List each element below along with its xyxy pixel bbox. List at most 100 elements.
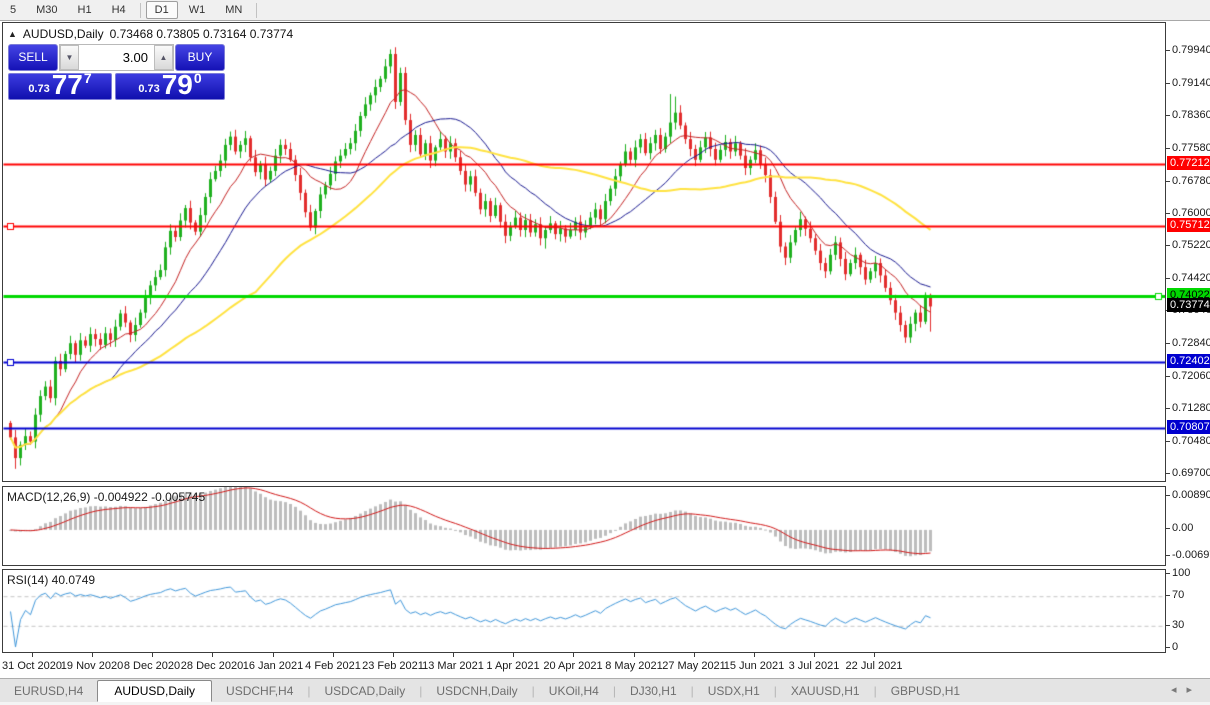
date-tick [513,653,514,657]
sell-price-prefix: 0.73 [28,83,49,95]
axis-tick [1166,343,1170,344]
chart-tab-usdchf[interactable]: USDCHF,H4 [212,681,307,701]
buy-price-big: 79 [162,72,193,98]
date-label: 27 May 2021 [662,660,726,672]
axis-tick [1166,573,1170,574]
timeframe-button-h4[interactable]: H4 [103,1,135,19]
axis-tick [1166,473,1170,474]
date-tick [32,653,33,657]
axis-tick [1166,50,1170,51]
axis-tick-label: 0 [1172,641,1178,653]
volume-spinner: ▼ 3.00 ▲ [59,44,174,71]
axis-tick-label: 70 [1172,589,1184,601]
axis-tick-label: 0.008903 [1172,489,1210,501]
axis-tick-label: 0.78360 [1172,109,1210,121]
chart-tab-bar: EURUSD,H4AUDUSD,DailyUSDCHF,H4|USDCAD,Da… [0,678,1210,702]
toolbar-separator [256,3,257,18]
date-tick [273,653,274,657]
chart-tab-dj30[interactable]: DJ30,H1 [616,681,691,701]
macd-pane[interactable]: MACD(12,26,9) -0.004922 -0.005745 [2,486,1166,566]
timeframe-button-5[interactable]: 5 [1,1,25,19]
tab-scroll-arrows[interactable]: ◂▸ [1171,683,1202,696]
volume-decrease-icon[interactable]: ▼ [60,45,79,70]
axis-tick-label: 100 [1172,567,1190,579]
date-tick [393,653,394,657]
axis-tick-label: 0.72060 [1172,370,1210,382]
sell-button[interactable]: SELL [8,44,58,71]
timeframe-button-h1[interactable]: H1 [69,1,101,19]
timeframe-button-w1[interactable]: W1 [180,1,215,19]
rsi-pane[interactable]: RSI(14) 40.0749 [2,569,1166,653]
level-price-badge: 0.70807 [1167,420,1210,434]
date-tick [152,653,153,657]
axis-tick [1166,83,1170,84]
date-label: 13 Mar 2021 [422,660,484,672]
sell-price-button[interactable]: 0.73 77 7 [8,73,112,100]
date-label: 15 Jun 2021 [724,660,785,672]
buy-price-pip: 0 [194,70,202,86]
axis-tick [1166,408,1170,409]
date-tick [92,653,93,657]
macd-label: MACD(12,26,9) -0.004922 -0.005745 [7,490,205,504]
timeframe-button-mn[interactable]: MN [216,1,251,19]
buy-price-button[interactable]: 0.73 79 0 [115,73,225,100]
axis-tick-label: 0.77580 [1172,142,1210,154]
timeframe-button-d1[interactable]: D1 [146,1,178,19]
axis-tick-label: 0.74420 [1172,272,1210,284]
chart-tab-usdcad[interactable]: USDCAD,Daily [311,681,420,701]
rsi-canvas[interactable] [3,570,1165,652]
level-price-badge: 0.75712 [1167,218,1210,232]
one-click-trade-panel: SELL ▼ 3.00 ▲ BUY 0.73 77 7 0.73 79 0 [8,44,225,100]
rsi-label: RSI(14) 40.0749 [7,573,95,587]
axis-tick [1166,625,1170,626]
toolbar-separator [140,3,141,18]
date-tick [333,653,334,657]
price-axis[interactable]: 0.799400.791400.783600.775800.767800.760… [1166,22,1210,653]
date-axis[interactable]: 31 Oct 202019 Nov 20208 Dec 202028 Dec 2… [2,653,1166,678]
volume-increase-icon[interactable]: ▲ [154,45,173,70]
ohlc-values: 0.73468 0.73805 0.73164 0.73774 [110,27,294,41]
chart-tab-audusd[interactable]: AUDUSD,Daily [97,680,212,702]
chart-tab-ukoil[interactable]: UKOil,H4 [535,681,613,701]
timeframe-toolbar: 5M30H1H4 D1W1MN [0,0,1210,21]
axis-tick-label: 0.00 [1172,522,1193,534]
axis-tick [1166,647,1170,648]
timeframe-button-m30[interactable]: M30 [27,1,66,19]
date-tick [754,653,755,657]
axis-tick [1166,555,1170,556]
chart-tab-usdcnh[interactable]: USDCNH,Daily [422,681,531,701]
date-label: 28 Dec 2020 [181,660,243,672]
buy-price-prefix: 0.73 [138,83,159,95]
chart-tab-xauusd[interactable]: XAUUSD,H1 [777,681,874,701]
chart-tab-eurusd[interactable]: EURUSD,H4 [0,681,97,701]
date-label: 16 Jan 2021 [243,660,304,672]
date-label: 1 Apr 2021 [486,660,539,672]
axis-tick-label: 0.69700 [1172,467,1210,479]
axis-tick [1166,528,1170,529]
date-tick [212,653,213,657]
date-tick [694,653,695,657]
buy-button[interactable]: BUY [175,44,225,71]
date-tick [814,653,815,657]
symbol-period-label: AUDUSD,Daily [23,27,104,41]
chart-tab-usdx[interactable]: USDX,H1 [694,681,774,701]
date-tick [874,653,875,657]
date-label: 4 Feb 2021 [305,660,361,672]
axis-tick-label: -0.006977 [1172,549,1210,561]
axis-tick [1166,148,1170,149]
date-label: 8 Dec 2020 [124,660,180,672]
axis-tick-label: 30 [1172,619,1184,631]
date-tick [453,653,454,657]
axis-tick [1166,595,1170,596]
date-label: 31 Oct 2020 [2,660,62,672]
chart-tab-gbpusd[interactable]: GBPUSD,H1 [877,681,974,701]
date-label: 22 Jul 2021 [846,660,903,672]
level-price-badge: 0.77212 [1167,156,1210,170]
one-click-collapse-icon[interactable]: ▲ [8,29,17,39]
date-label: 20 Apr 2021 [543,660,602,672]
volume-input[interactable]: 3.00 [79,45,154,70]
sell-price-pip: 7 [84,70,92,86]
axis-tick-label: 0.79140 [1172,77,1210,89]
axis-tick [1166,495,1170,496]
axis-tick [1166,245,1170,246]
